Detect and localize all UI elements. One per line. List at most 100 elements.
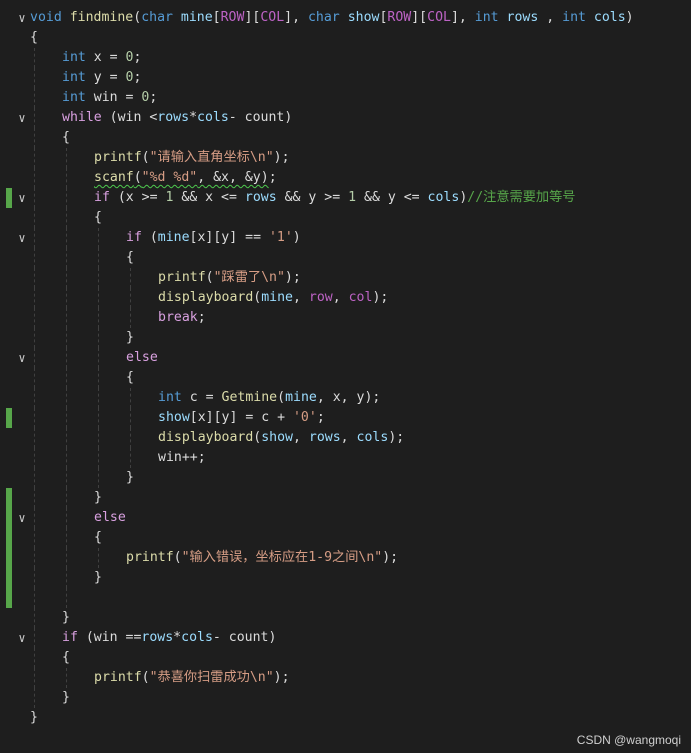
code-line[interactable]: int win = 0; [0,88,691,108]
code-line[interactable]: { [0,528,691,548]
code-line[interactable]: printf("请输入直角坐标\n"); [0,148,691,168]
code-line[interactable]: scanf("%d %d", &x, &y); [0,168,691,188]
code-line[interactable]: displayboard(mine, row, col); [0,288,691,308]
code-line[interactable]: int x = 0; [0,48,691,68]
fold-chevron-icon[interactable]: ∨ [15,351,29,365]
code-token: , [293,430,309,445]
code-editor[interactable]: ∨ void findmine(char mine[ROW][COL], char… [0,0,691,753]
indent-guide [34,528,35,548]
code-text: displayboard(mine, row, col); [158,288,388,308]
code-token: 1 [348,190,357,205]
code-line[interactable]: printf("输入错误，坐标应在1-9之间\n"); [0,548,691,568]
indent-guide [34,428,35,448]
code-token: } [62,610,70,625]
code-text: while (win <rows*cols- count) [62,108,292,128]
code-line[interactable]: displayboard(show, rows, cols); [0,428,691,448]
code-line[interactable]: show[x][y] = c + '0'; [0,408,691,428]
code-line[interactable]: } [0,688,691,708]
code-text: win++; [158,448,206,468]
code-line[interactable]: ∨ else [0,508,691,528]
code-token: if [62,630,86,645]
code-token: col [348,290,373,305]
code-text: { [94,208,102,228]
code-line[interactable]: win++; [0,448,691,468]
code-line[interactable]: { [0,648,691,668]
code-line[interactable]: int c = Getmine(mine, x, y); [0,388,691,408]
indent-guide [34,328,35,348]
fold-chevron-icon[interactable]: ∨ [15,111,29,125]
code-token: } [126,470,134,485]
fold-chevron-icon[interactable]: ∨ [15,511,29,525]
indent-guide [66,388,67,408]
code-token: ( [109,110,118,125]
code-text: int c = Getmine(mine, x, y); [158,388,380,408]
code-token: { [126,250,134,265]
code-line[interactable]: { [0,248,691,268]
code-token: win++; [158,450,206,465]
code-line[interactable]: } [0,568,691,588]
code-token: ][ [244,10,261,25]
code-token: ; [133,70,142,85]
code-line[interactable]: } [0,708,691,728]
code-line[interactable]: int y = 0; [0,68,691,88]
code-line[interactable]: } [0,608,691,628]
code-line[interactable]: { [0,368,691,388]
code-line[interactable]: printf("踩雷了\n"); [0,268,691,288]
code-line[interactable]: { [0,128,691,148]
code-token: x = [93,50,126,65]
indent-guide [98,288,99,308]
code-token: { [62,130,70,145]
indent-guide [66,668,67,688]
change-marker [6,508,12,528]
indent-guide [34,148,35,168]
code-line[interactable]: ∨ if (x >= 1 && x <= rows && y >= 1 && y … [0,188,691,208]
code-line[interactable]: printf("恭喜你扫雷成功\n"); [0,668,691,688]
code-token: ); [284,270,301,285]
code-text: { [62,128,70,148]
code-token: ; [268,170,277,185]
code-line[interactable] [0,588,691,608]
code-token: //注意需要加等号 [467,190,576,205]
code-text: scanf("%d %d", &x, &y); [94,168,277,188]
fold-chevron-icon[interactable]: ∨ [15,231,29,245]
code-token: y = [93,70,126,85]
indent-guide [66,188,67,208]
code-line[interactable]: } [0,488,691,508]
code-token: printf [126,550,174,565]
indent-guide [98,328,99,348]
indent-guide [34,548,35,568]
code-token: printf [94,670,142,685]
code-token: displayboard [158,290,254,305]
indent-guide [34,188,35,208]
code-token: && y <= [356,190,428,205]
code-token: ; [316,410,325,425]
code-line[interactable]: ∨ if (win ==rows*cols- count) [0,628,691,648]
code-token: rows [506,10,547,25]
indent-guide [66,348,67,368]
change-marker [6,588,12,608]
code-token: { [126,370,134,385]
fold-chevron-icon[interactable]: ∨ [15,11,29,25]
code-line[interactable]: ∨ if (mine[x][y] == '1') [0,228,691,248]
code-line[interactable]: } [0,468,691,488]
code-token: char [141,10,181,25]
indent-guide [130,448,131,468]
code-text: } [30,708,38,728]
code-token: else [126,350,158,365]
code-line[interactable]: ∨ while (win <rows*cols- count) [0,108,691,128]
code-line[interactable]: ∨ else [0,348,691,368]
code-line[interactable]: break; [0,308,691,328]
fold-chevron-icon[interactable]: ∨ [15,191,29,205]
code-line[interactable]: ∨ void findmine(char mine[ROW][COL], char… [0,8,691,28]
code-token: printf [94,150,142,165]
code-token: , [293,290,309,305]
code-text: printf("恭喜你扫雷成功\n"); [94,668,290,688]
code-line[interactable]: { [0,28,691,48]
code-token: ( [277,390,286,405]
fold-chevron-icon[interactable]: ∨ [15,631,29,645]
code-line[interactable]: } [0,328,691,348]
code-line[interactable]: { [0,208,691,228]
code-token: "恭喜你扫雷成功\n" [149,670,274,685]
indent-guide [34,288,35,308]
code-token: cols [427,190,460,205]
